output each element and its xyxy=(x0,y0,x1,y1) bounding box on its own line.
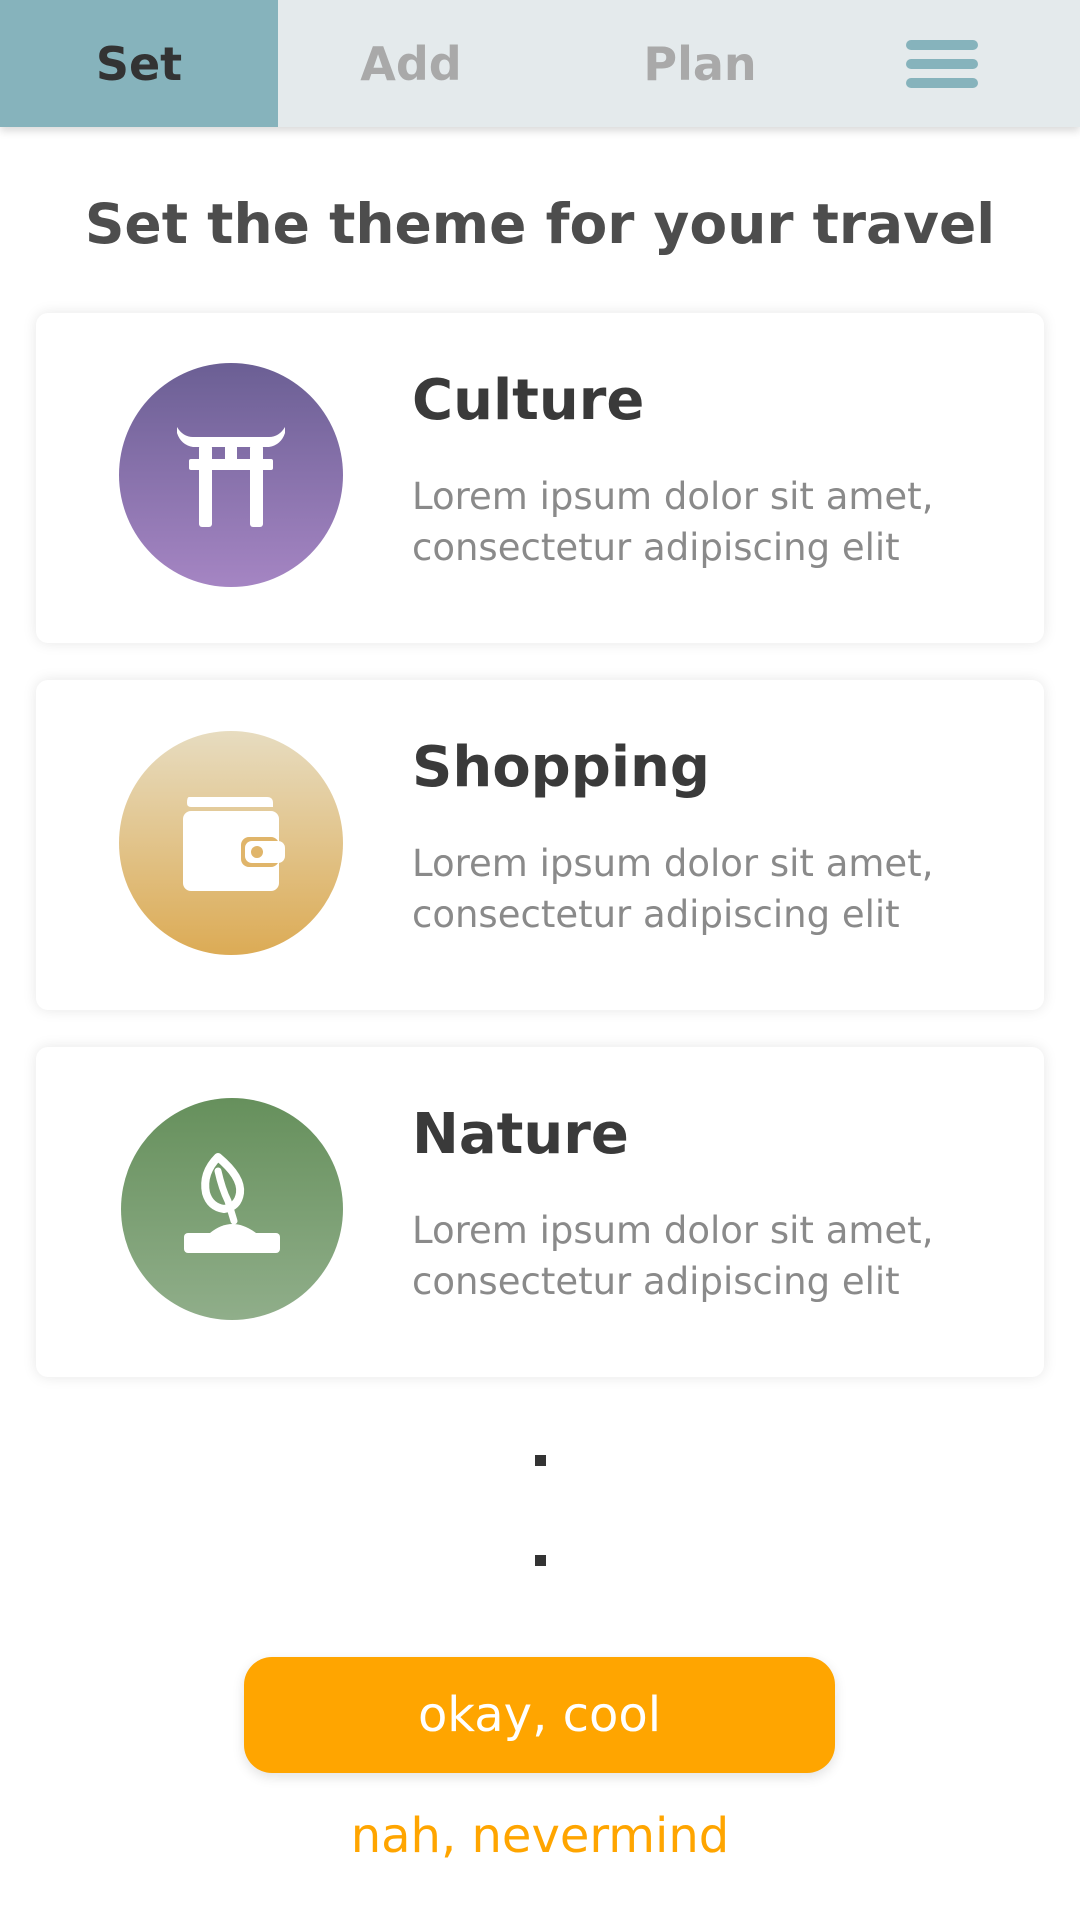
more-indicator-dot xyxy=(535,1455,546,1466)
wallet-icon xyxy=(183,797,285,891)
tab-add[interactable]: Add xyxy=(278,0,544,127)
torii-gate-icon xyxy=(177,427,285,527)
tab-plan[interactable]: Plan xyxy=(544,0,856,127)
theme-card-culture[interactable]: Culture Lorem ipsum dolor sit amet, cons… xyxy=(36,313,1044,643)
confirm-button[interactable]: okay, cool xyxy=(244,1657,835,1773)
card-description: Lorem ipsum dolor sit amet, consectetur … xyxy=(412,475,934,569)
card-title: Shopping xyxy=(412,735,710,800)
theme-card-shopping[interactable]: Shopping Lorem ipsum dolor sit amet, con… xyxy=(36,680,1044,1010)
card-description: Lorem ipsum dolor sit amet, consectetur … xyxy=(412,1209,934,1303)
page-title: Set the theme for your travel xyxy=(84,192,996,256)
app-screen: Set Add Plan Set the theme for your trav… xyxy=(0,0,1080,1920)
hamburger-menu-icon xyxy=(906,40,978,88)
menu-button[interactable] xyxy=(892,24,992,104)
nature-icon-badge xyxy=(121,1098,343,1320)
top-tab-bar: Set Add Plan xyxy=(0,0,1080,127)
theme-card-nature[interactable]: Nature Lorem ipsum dolor sit amet, conse… xyxy=(36,1047,1044,1377)
shopping-icon-badge xyxy=(119,731,343,955)
tab-set[interactable]: Set xyxy=(0,0,278,127)
sprout-icon xyxy=(184,1153,280,1253)
more-indicator-dot xyxy=(535,1555,546,1566)
culture-icon-badge xyxy=(119,363,343,587)
card-title: Nature xyxy=(412,1102,629,1167)
cancel-link[interactable]: nah, nevermind xyxy=(0,1808,1080,1864)
card-description: Lorem ipsum dolor sit amet, consectetur … xyxy=(412,842,934,936)
card-title: Culture xyxy=(412,368,645,433)
